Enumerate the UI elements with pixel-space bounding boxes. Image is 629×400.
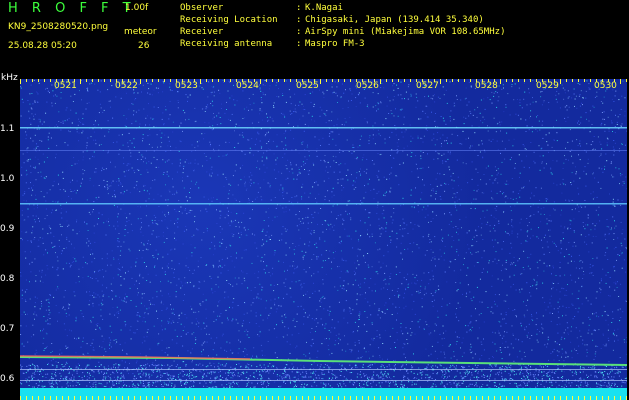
receiver-value: AirSpy mini (Miakejima VOR 108.65MHz)	[305, 27, 506, 37]
file-name: KN9_2508280520.png	[8, 22, 109, 32]
y-label-0-9: 0.9	[0, 224, 15, 234]
header-panel: H R O F F T 1.00f KN9_2508280520.png 25.…	[0, 0, 629, 76]
y-label-1-1: 1.1	[0, 124, 15, 134]
carrier-line-upper	[20, 127, 627, 129]
time-label-0530: 0530	[594, 81, 617, 91]
carrier-line-faint	[20, 150, 627, 151]
y-label-0-6: 0.6	[0, 374, 15, 384]
drifting-carrier	[20, 356, 627, 366]
meteor-count: 26	[138, 41, 150, 51]
time-label-0527: 0527	[416, 81, 439, 91]
y-axis-unit: kHz	[1, 73, 18, 83]
antenna-value: Maspro FM-3	[305, 39, 365, 49]
y-label-0-7: 0.7	[0, 324, 15, 334]
observer-label: Observer	[180, 3, 224, 13]
y-label-1-0: 1.0	[0, 174, 15, 184]
version-label: 1.00f	[125, 3, 149, 13]
y-label-0-8: 0.8	[0, 274, 15, 284]
reference-line-b	[20, 380, 627, 381]
time-label-0526: 0526	[356, 81, 379, 91]
spectrogram-canvas	[20, 79, 627, 400]
time-label-0529: 0529	[536, 81, 559, 91]
location-value: Chigasaki, Japan (139.414 35.340)	[305, 15, 484, 25]
antenna-label: Receiving antenna	[180, 39, 273, 49]
timestamp: 25.08.28 05:20	[8, 41, 77, 51]
time-label-0524: 0524	[236, 81, 259, 91]
time-label-0523: 0523	[175, 81, 198, 91]
noise-floor-band	[20, 388, 627, 400]
observer-value: K.Nagai	[305, 3, 343, 13]
time-label-0522: 0522	[115, 81, 138, 91]
carrier-line-middle	[20, 203, 627, 205]
spectrogram-plot	[20, 79, 627, 400]
location-colon: :	[296, 15, 302, 25]
reference-line-a	[20, 369, 627, 370]
antenna-colon: :	[296, 39, 302, 49]
observer-colon: :	[296, 3, 302, 13]
time-label-0525: 0525	[296, 81, 319, 91]
receiver-label: Receiver	[180, 27, 224, 37]
receiver-colon: :	[296, 27, 302, 37]
time-label-0521: 0521	[54, 81, 77, 91]
meteor-label: meteor	[124, 27, 157, 37]
time-label-0528: 0528	[475, 81, 498, 91]
app-title: H R O F F T	[8, 1, 136, 16]
location-label: Receiving Location	[180, 15, 278, 25]
